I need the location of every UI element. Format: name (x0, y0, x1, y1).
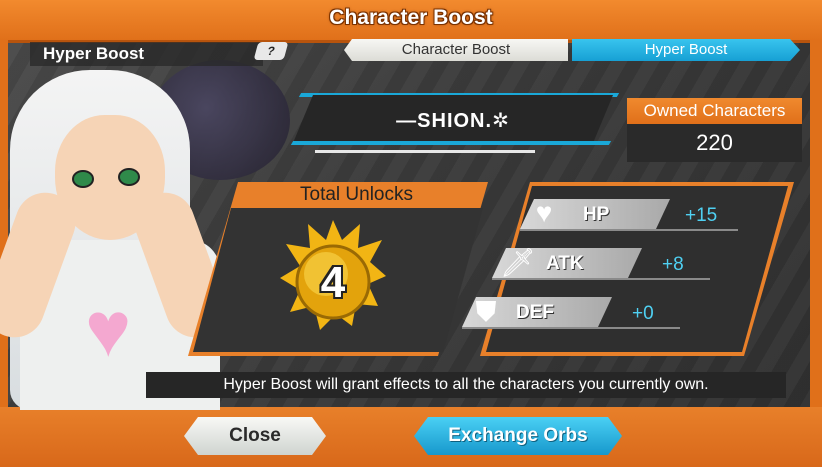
def-underline (462, 327, 680, 329)
window-title: Character Boost (329, 6, 493, 29)
hp-label: HP (583, 204, 610, 225)
atk-underline (492, 278, 710, 280)
tab-character-boost[interactable]: Character Boost (344, 39, 568, 61)
total-unlocks-value: 4 (320, 258, 346, 307)
hp-underline (520, 229, 738, 231)
nameplate-underline (315, 150, 535, 153)
frame-border-right (810, 40, 822, 467)
hp-value: +15 (685, 205, 718, 226)
close-button[interactable]: Close (184, 417, 326, 455)
def-value: +0 (632, 303, 654, 324)
character-eye-left (72, 170, 94, 188)
mode-label: Hyper Boost (30, 42, 263, 66)
sword-icon: 🗡 (500, 247, 536, 278)
def-label: DEF (516, 302, 554, 323)
armor-icon: ⛊ (475, 296, 497, 327)
atk-value: +8 (662, 254, 684, 275)
exchange-orbs-button[interactable]: Exchange Orbs (414, 417, 622, 455)
character-name-container: —SHION.✲ (396, 110, 510, 132)
help-button[interactable]: ? (253, 42, 289, 60)
title-bar: Character Boost (0, 0, 822, 43)
heart-icon: ♥ (535, 197, 553, 228)
tab-hyper-boost[interactable]: Hyper Boost (572, 39, 800, 61)
unlocks-medal: 4 (278, 218, 388, 338)
owned-characters-value: 220 (696, 130, 733, 155)
info-text: Hyper Boost will grant effects to all th… (146, 372, 786, 398)
frame-border-bottom (0, 407, 822, 467)
atk-label: ATK (546, 253, 584, 274)
character-boost-window: Character Boost ♥ Hyper Boost ? Characte… (0, 0, 822, 467)
character-eye-right (118, 168, 140, 186)
owned-characters-label: Owned Characters (627, 98, 802, 124)
total-unlocks-title: Total Unlocks (300, 184, 413, 205)
heart-hands-icon: ♥ (85, 285, 132, 373)
sparkle-icon: ✲ (492, 110, 510, 132)
nameplate-accent-bottom (290, 141, 612, 145)
character-name: SHION (417, 110, 486, 132)
